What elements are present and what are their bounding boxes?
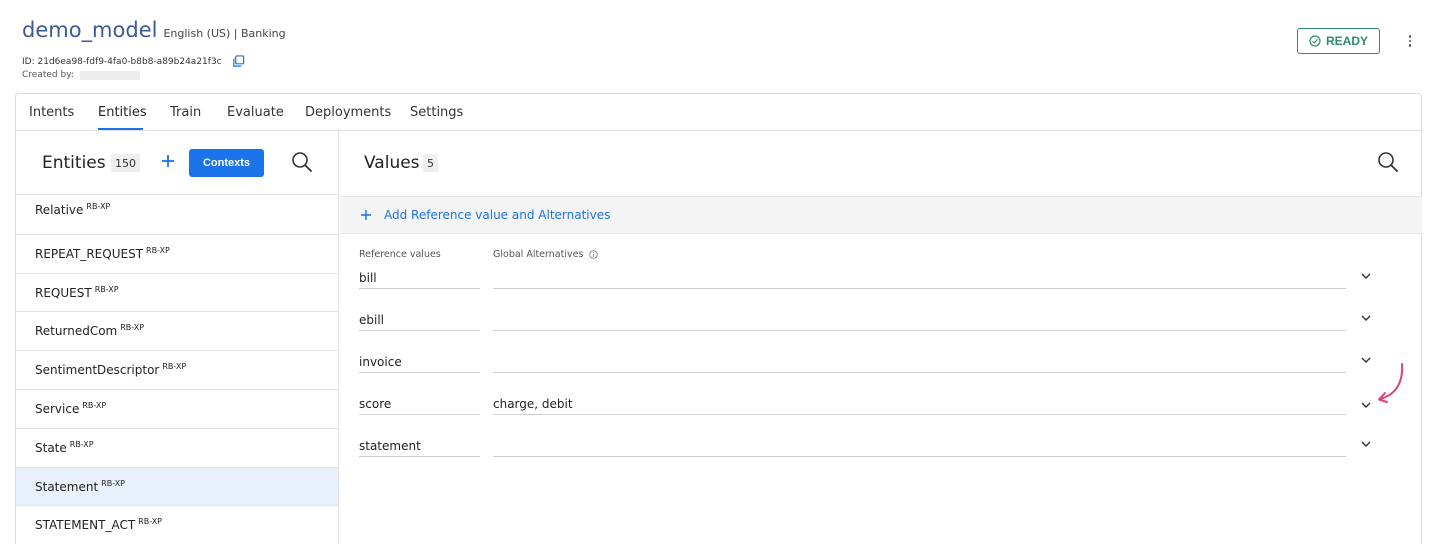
entity-tag: RB-XP: [94, 284, 119, 294]
reference-value-field[interactable]: score: [359, 393, 480, 415]
entity-name: REPEAT_REQUEST: [35, 246, 144, 261]
chevron-down-icon[interactable]: [1359, 269, 1373, 283]
created-by-redacted: [79, 70, 140, 80]
reference-value-field[interactable]: bill: [359, 267, 480, 289]
value-row: ebill: [359, 309, 1379, 349]
add-reference-value-button[interactable]: Add Reference value and Alternatives: [340, 196, 1422, 234]
entity-item-relative[interactable]: Relative RB-XP: [16, 196, 338, 235]
created-by-label: Created by:: [22, 70, 74, 80]
values-panel: Values 5 Add Reference value and Alterna…: [340, 131, 1422, 544]
active-tab-indicator: [98, 128, 143, 130]
entity-name: Relative: [35, 203, 84, 217]
entity-tag: RB-XP: [162, 362, 187, 372]
tab-intents[interactable]: Intents: [29, 105, 74, 120]
search-values-icon[interactable]: [1377, 151, 1399, 173]
tab-entities[interactable]: Entities: [98, 105, 147, 120]
model-id-label: ID:: [22, 56, 35, 67]
entity-tag: RB-XP: [101, 478, 125, 488]
more-vertical-icon[interactable]: [1402, 32, 1418, 50]
entity-name: ReturnedCom: [35, 324, 118, 339]
entity-item-statement-act[interactable]: STATEMENT_ACT RB-XP: [16, 506, 338, 544]
entity-item-returnedcom[interactable]: ReturnedCom RB-XP: [16, 312, 338, 352]
entities-count-badge: 150: [111, 154, 140, 172]
alternatives-field[interactable]: [493, 267, 1346, 289]
chevron-down-icon[interactable]: [1359, 437, 1373, 451]
reference-value-field[interactable]: statement: [359, 435, 480, 457]
model-title: demo_model English (US) | Banking: [22, 18, 286, 42]
entity-tag: RB-XP: [86, 202, 111, 211]
copy-icon[interactable]: [232, 55, 245, 68]
tab-evaluate[interactable]: Evaluate: [227, 105, 284, 120]
entity-name: Statement: [35, 479, 99, 494]
col-header-alternatives: Global Alternatives: [493, 249, 599, 260]
entity-tag: RB-XP: [138, 517, 162, 527]
entity-name: State: [35, 440, 67, 455]
entity-tag: RB-XP: [146, 245, 170, 255]
value-row: score charge, debit: [359, 393, 1379, 433]
entity-item-repeat-request[interactable]: REPEAT_REQUEST RB-XP: [16, 235, 338, 274]
value-row: invoice: [359, 351, 1379, 391]
curved-arrow-annotation: [1378, 363, 1404, 403]
add-entity-plus-icon[interactable]: [160, 153, 176, 169]
entity-item-state[interactable]: State RB-XP: [16, 429, 338, 468]
contexts-button[interactable]: Contexts: [189, 149, 264, 177]
model-card: Intents Entities Train Evaluate Deployme…: [15, 93, 1422, 544]
entity-item-statement[interactable]: Statement RB-XP: [16, 467, 338, 507]
entity-item-request[interactable]: REQUEST RB-XP: [16, 274, 338, 313]
model-id-value: 21d6ea98-fdf9-4fa0-b8b8-a89b24a21f3c: [37, 56, 222, 67]
entities-header: Entities 150 Contexts: [16, 131, 339, 195]
entity-name: STATEMENT_ACT: [35, 518, 136, 533]
check-circle-icon: [1309, 35, 1321, 47]
entity-name: Service: [35, 401, 80, 416]
chevron-down-icon[interactable]: [1359, 311, 1373, 325]
entity-name: REQUEST: [35, 285, 92, 300]
values-title: Values: [364, 153, 420, 173]
alternatives-field[interactable]: [493, 309, 1346, 331]
status-ready-button[interactable]: READY: [1297, 28, 1380, 54]
entities-panel: Entities 150 Contexts Relative RB-XP REPE…: [16, 131, 339, 544]
reference-value-field[interactable]: ebill: [359, 309, 480, 331]
tab-bar: Intents Entities Train Evaluate Deployme…: [16, 94, 1421, 131]
entities-title: Entities: [42, 153, 106, 173]
alternatives-field[interactable]: [493, 435, 1346, 457]
reference-value-field[interactable]: invoice: [359, 351, 480, 373]
plus-icon: [361, 210, 371, 220]
entity-item-service[interactable]: Service RB-XP: [16, 390, 338, 429]
tab-train[interactable]: Train: [170, 105, 201, 120]
tab-settings[interactable]: Settings: [410, 105, 463, 120]
value-row: statement: [359, 435, 1379, 475]
entity-tag: RB-XP: [69, 439, 94, 449]
entity-item-sentimentdescriptor[interactable]: SentimentDescriptor RB-XP: [16, 351, 338, 390]
entity-tag: RB-XP: [82, 400, 107, 410]
col-header-alternatives-label: Global Alternatives: [493, 249, 584, 260]
model-meta: English (US) | Banking: [163, 27, 286, 40]
entity-name: SentimentDescriptor: [35, 363, 160, 378]
model-name: demo_model: [22, 18, 158, 42]
tab-deployments[interactable]: Deployments: [305, 105, 391, 120]
model-id: ID: 21d6ea98-fdf9-4fa0-b8b8-a89b24a21f3c: [22, 55, 245, 68]
values-count-badge: 5: [423, 154, 438, 172]
info-icon[interactable]: [589, 250, 599, 259]
col-header-reference: Reference values: [359, 249, 441, 260]
status-label: READY: [1325, 34, 1368, 48]
entity-tag: RB-XP: [120, 323, 145, 333]
entity-list: Relative RB-XP REPEAT_REQUEST RB-XP REQUES…: [16, 196, 338, 544]
add-reference-value-label: Add Reference value and Alternatives: [384, 208, 611, 222]
alternatives-field[interactable]: [493, 351, 1346, 373]
search-icon[interactable]: [291, 151, 313, 173]
value-row: bill: [359, 267, 1379, 307]
created-by: Created by:: [22, 70, 140, 80]
alternatives-field[interactable]: charge, debit: [493, 393, 1346, 415]
